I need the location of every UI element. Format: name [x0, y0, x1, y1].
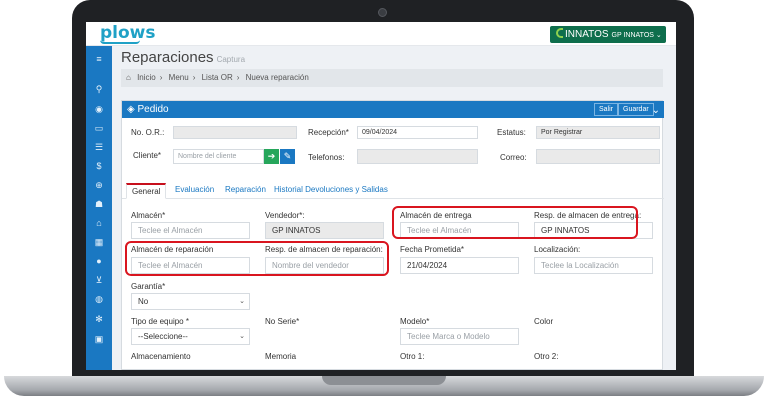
breadcrumb-inicio[interactable]: Inicio [137, 73, 156, 82]
cliente-input[interactable]: Nombre del cliente [173, 149, 264, 164]
no-or-field [173, 126, 297, 139]
chevron-down-icon: ⌄ [239, 298, 245, 305]
estatus-field: Por Registrar [536, 126, 660, 139]
garantia-select[interactable]: No ⌄ [131, 293, 250, 310]
bank-icon[interactable]: ⌂ [94, 218, 104, 228]
folder-icon[interactable]: ▭ [94, 123, 104, 133]
almacenamiento-label: Almacenamiento [131, 352, 191, 361]
list-icon[interactable]: ☰ [94, 142, 104, 152]
tipo-equipo-select[interactable]: --Seleccione-- ⌄ [131, 328, 250, 345]
globe3-icon[interactable]: ◍ [94, 294, 104, 304]
top-bar: plows INNATOS GP INNATOS ⌄ [86, 22, 676, 46]
card-title: Pedido [137, 104, 169, 115]
chevron-right-icon: › [236, 73, 240, 82]
page-subtitle: Captura [216, 55, 246, 64]
telefonos-field [357, 149, 478, 164]
tab-reparacion[interactable]: Reparación [225, 185, 266, 194]
card-header: ◈ Pedido Salir Guardar ⌄ [122, 101, 664, 118]
pedido-card: ◈ Pedido Salir Guardar ⌄ No. O.R.: Recep… [121, 100, 664, 370]
estatus-label: Estatus: [497, 128, 526, 137]
guardar-button[interactable]: Guardar [618, 103, 654, 116]
breadcrumb-menu[interactable]: Menu [169, 73, 189, 82]
group-icon[interactable]: ☗ [94, 199, 104, 209]
vendedor-field: GP INNATOS [265, 222, 384, 239]
edit-client-button[interactable]: ✎ [280, 149, 295, 164]
fecha-prometida-field[interactable]: 21/04/2024 [400, 257, 519, 274]
tab-historial[interactable]: Historial Devoluciones y Salidas [274, 185, 388, 194]
cliente-label: Cliente* [133, 151, 162, 160]
search-icon[interactable]: ⚲ [94, 84, 104, 94]
logo-smile-icon [100, 40, 140, 44]
page-title: Reparaciones Captura [121, 49, 245, 66]
chevron-down-icon[interactable]: ⌄ [652, 102, 660, 119]
highlight-entrega [392, 206, 638, 239]
otro2-label: Otro 2: [534, 352, 559, 361]
no-or-label: No. O.R.: [131, 128, 165, 137]
breadcrumb-lista-or[interactable]: Lista OR [202, 73, 233, 82]
globe2-icon[interactable]: ● [94, 256, 104, 266]
chevron-right-icon: › [192, 73, 196, 82]
almacen-input[interactable]: Teclee el Almacén [131, 222, 250, 239]
breadcrumb: ⌂ Inicio › Menu › Lista OR › Nueva reparaci… [121, 69, 663, 87]
modelo-input[interactable]: Teclee Marca o Modelo [400, 328, 519, 345]
hamburger-icon[interactable]: ≡ [94, 54, 104, 64]
recepcion-field[interactable]: 09/04/2024 [357, 126, 478, 139]
fecha-prometida-label: Fecha Prometida* [400, 245, 465, 254]
chevron-right-icon: › [159, 73, 163, 82]
brand-user: GP INNATOS ⌄ [611, 32, 662, 39]
globe-icon[interactable]: ⊕ [94, 180, 104, 190]
laptop-notch [322, 376, 446, 385]
recepcion-label: Recepción* [308, 128, 349, 137]
diamond-icon: ◈ [127, 104, 135, 115]
brand-name: INNATOS [565, 29, 609, 40]
vendedor-label: Vendedor*: [265, 211, 305, 220]
chevron-down-icon: ⌄ [239, 333, 245, 340]
main-content: Reparaciones Captura ⌂ Inicio › Menu › List… [112, 46, 676, 370]
laptop-frame: plows INNATOS GP INNATOS ⌄ ≡ ⚲ ◉ ▭ ☰ $ ⊕ … [0, 0, 768, 400]
cart-icon[interactable]: ⊻ [94, 275, 104, 285]
tipo-equipo-value: --Seleccione-- [138, 332, 188, 341]
table-icon[interactable]: ▦ [94, 237, 104, 247]
lock-icon[interactable]: ▣ [94, 334, 104, 344]
highlight-reparacion [125, 241, 389, 276]
dollar-icon[interactable]: $ [94, 161, 104, 171]
modelo-label: Modelo* [400, 317, 430, 326]
memoria-label: Memoria [265, 352, 297, 361]
eye-icon[interactable]: ◉ [94, 104, 104, 114]
color-label: Color [534, 317, 554, 326]
company-selector[interactable]: INNATOS GP INNATOS ⌄ [550, 26, 666, 43]
localizacion-input[interactable]: Teclee la Localización [534, 257, 653, 274]
add-client-button[interactable]: ➔ [264, 149, 279, 164]
localizacion-label: Localización: [534, 245, 581, 254]
no-serie-label: No Serie* [265, 317, 300, 326]
brand-icon [556, 28, 563, 38]
correo-field [536, 149, 660, 164]
page-title-text: Reparaciones [121, 49, 214, 66]
otro1-label: Otro 1: [400, 352, 425, 361]
telefonos-label: Telefonos: [308, 153, 345, 162]
gear-icon[interactable]: ✻ [94, 314, 104, 324]
tab-evaluacion[interactable]: Evaluación [175, 185, 214, 194]
garantia-value: No [138, 297, 149, 306]
tipo-equipo-label: Tipo de equipo * [131, 317, 189, 326]
home-icon: ⌂ [126, 73, 131, 82]
salir-button[interactable]: Salir [594, 103, 619, 116]
webcam [378, 8, 387, 17]
tab-general[interactable]: General [126, 183, 167, 199]
tab-bar: General Evaluación Reparación Historial … [122, 183, 664, 199]
app-screen: plows INNATOS GP INNATOS ⌄ ≡ ⚲ ◉ ▭ ☰ $ ⊕ … [86, 22, 676, 370]
garantia-label: Garantía* [131, 282, 166, 291]
correo-label: Correo: [500, 153, 527, 162]
almacen-label: Almacén* [131, 211, 166, 220]
breadcrumb-current: Nueva reparación [245, 73, 309, 82]
sidebar: ≡ ⚲ ◉ ▭ ☰ $ ⊕ ☗ ⌂ ▦ ● ⊻ ◍ ✻ ▣ [86, 46, 112, 370]
